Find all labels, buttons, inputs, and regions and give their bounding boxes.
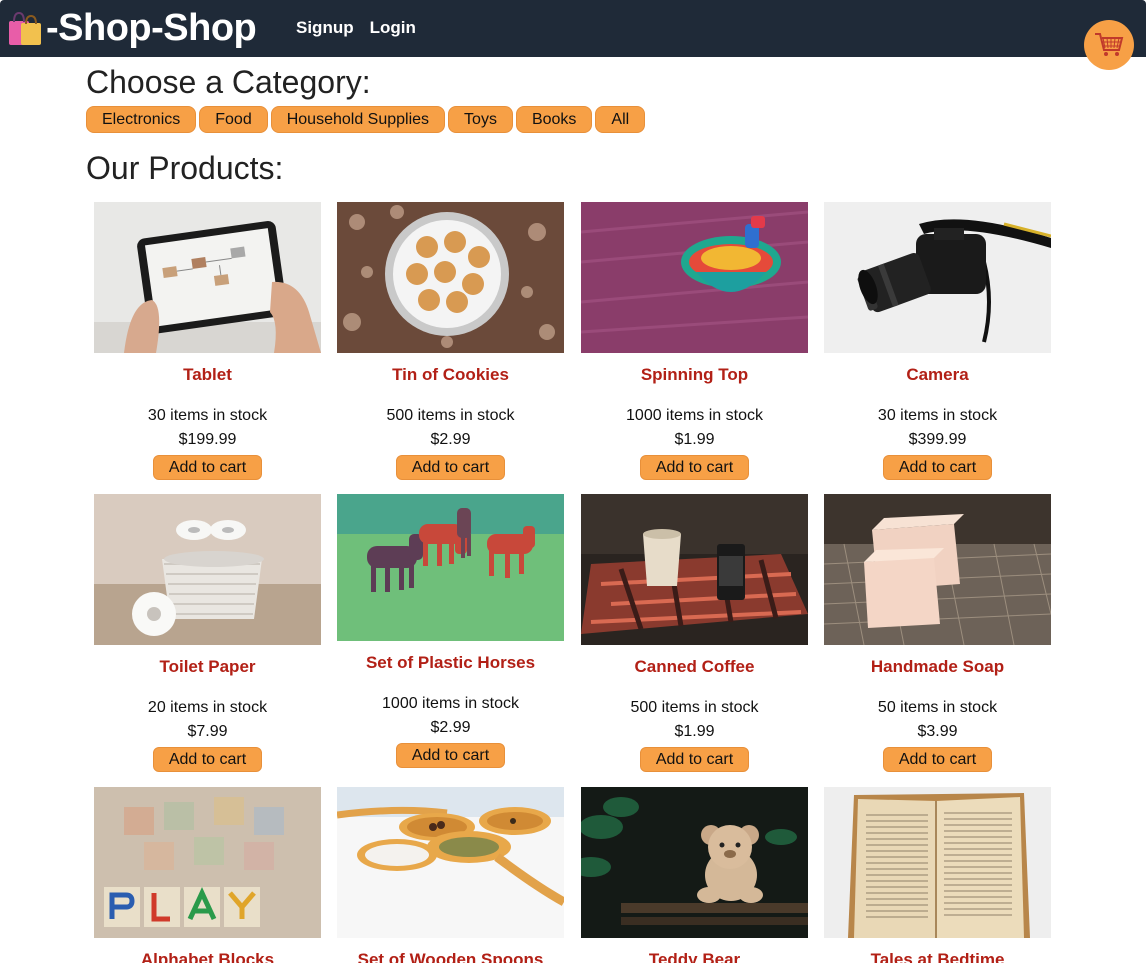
- product-image-plastic-horses[interactable]: [337, 494, 564, 641]
- product-name-link[interactable]: Toilet Paper: [94, 657, 321, 677]
- product-image-soap[interactable]: [824, 494, 1051, 645]
- product-card: Tablet 30 items in stock $199.99 Add to …: [94, 202, 321, 480]
- product-image-cookies[interactable]: [337, 202, 564, 353]
- stock-text: 30 items in stock: [147, 407, 268, 424]
- category-heading: Choose a Category:: [86, 64, 371, 100]
- add-to-cart-button[interactable]: Add to cart: [640, 747, 749, 772]
- price-text: $399.99: [908, 431, 967, 448]
- product-name-link[interactable]: Teddy Bear: [581, 950, 808, 963]
- category-food-button[interactable]: Food: [199, 106, 268, 133]
- product-card: Set of Wooden Spoons: [337, 787, 564, 963]
- price-text: $7.99: [187, 723, 228, 740]
- product-card: Tin of Cookies 500 items in stock $2.99 …: [337, 202, 564, 480]
- price-text: $1.99: [674, 431, 715, 448]
- category-books-button[interactable]: Books: [515, 106, 593, 133]
- product-image-camera[interactable]: [824, 202, 1051, 353]
- category-all-button[interactable]: All: [595, 106, 646, 133]
- product-card: Spinning Top 1000 items in stock $1.99 A…: [581, 202, 808, 480]
- product-card: Alphabet Blocks: [94, 787, 321, 963]
- product-image-toilet-paper[interactable]: [94, 494, 321, 645]
- product-image-alphabet-blocks[interactable]: [94, 787, 321, 938]
- product-image-teddy-bear[interactable]: [581, 787, 808, 938]
- category-toys-button[interactable]: Toys: [448, 106, 513, 133]
- top-navbar: -Shop-Shop Signup Login: [0, 0, 1146, 57]
- product-image-book[interactable]: [824, 787, 1051, 938]
- product-card: Set of Plastic Horses 1000 items in stoc…: [337, 494, 564, 768]
- product-card: Canned Coffee 500 items in stock $1.99 A…: [581, 494, 808, 772]
- product-name-link[interactable]: Canned Coffee: [581, 657, 808, 677]
- shopping-bags-icon: [6, 9, 44, 47]
- product-name-link[interactable]: Set of Wooden Spoons: [337, 950, 564, 963]
- product-name-link[interactable]: Tales at Bedtime: [824, 950, 1051, 963]
- price-text: $2.99: [430, 431, 471, 448]
- nav-links: Signup Login: [296, 18, 416, 38]
- price-text: $2.99: [430, 719, 471, 736]
- stock-text: 50 items in stock: [877, 699, 998, 716]
- cart-button[interactable]: [1084, 20, 1134, 70]
- add-to-cart-button[interactable]: Add to cart: [153, 455, 262, 480]
- product-name-link[interactable]: Spinning Top: [581, 365, 808, 385]
- stock-text: 20 items in stock: [147, 699, 268, 716]
- stock-text: 30 items in stock: [877, 407, 998, 424]
- shopping-cart-icon: [1095, 33, 1124, 56]
- category-list: Electronics Food Household Supplies Toys…: [86, 106, 646, 133]
- product-name-link[interactable]: Handmade Soap: [824, 657, 1051, 677]
- category-household-supplies-button[interactable]: Household Supplies: [270, 106, 446, 133]
- product-name-link[interactable]: Tablet: [94, 365, 321, 385]
- stock-text: 1000 items in stock: [626, 407, 763, 424]
- product-card: Camera 30 items in stock $399.99 Add to …: [824, 202, 1051, 480]
- price-text: $199.99: [178, 431, 237, 448]
- add-to-cart-button[interactable]: Add to cart: [883, 747, 992, 772]
- product-card: Tales at Bedtime: [824, 787, 1051, 963]
- product-name-link[interactable]: Camera: [824, 365, 1051, 385]
- product-name-link[interactable]: Set of Plastic Horses: [337, 653, 564, 673]
- product-image-spinning-top[interactable]: [581, 202, 808, 353]
- price-text: $3.99: [917, 723, 958, 740]
- product-name-link[interactable]: Tin of Cookies: [337, 365, 564, 385]
- stock-text: 1000 items in stock: [382, 695, 519, 712]
- category-electronics-button[interactable]: Electronics: [86, 106, 197, 133]
- login-link[interactable]: Login: [370, 18, 416, 38]
- brand-title: -Shop-Shop: [46, 6, 257, 49]
- product-card: Teddy Bear: [581, 787, 808, 963]
- stock-text: 500 items in stock: [630, 699, 759, 716]
- price-text: $1.99: [674, 723, 715, 740]
- products-heading: Our Products:: [86, 150, 284, 186]
- product-card: Handmade Soap 50 items in stock $3.99 Ad…: [824, 494, 1051, 772]
- add-to-cart-button[interactable]: Add to cart: [153, 747, 262, 772]
- product-image-wooden-spoons[interactable]: [337, 787, 564, 938]
- add-to-cart-button[interactable]: Add to cart: [640, 455, 749, 480]
- add-to-cart-button[interactable]: Add to cart: [396, 455, 505, 480]
- product-name-link[interactable]: Alphabet Blocks: [94, 950, 321, 963]
- stock-text: 500 items in stock: [386, 407, 515, 424]
- add-to-cart-button[interactable]: Add to cart: [883, 455, 992, 480]
- product-image-canned-coffee[interactable]: [581, 494, 808, 645]
- add-to-cart-button[interactable]: Add to cart: [396, 743, 505, 768]
- brand-link[interactable]: -Shop-Shop: [6, 6, 257, 50]
- product-image-tablet[interactable]: [94, 202, 321, 353]
- product-card: Toilet Paper 20 items in stock $7.99 Add…: [94, 494, 321, 772]
- signup-link[interactable]: Signup: [296, 18, 354, 38]
